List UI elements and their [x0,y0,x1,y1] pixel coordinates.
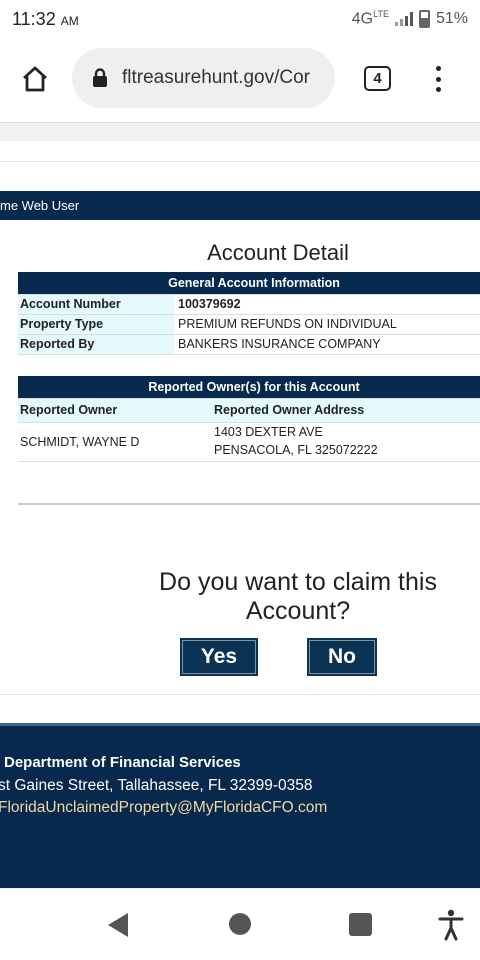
web-page: me Web User Account Detail General Accou… [0,120,480,888]
back-icon[interactable] [108,913,128,937]
tabs-button[interactable]: 4 [364,66,391,91]
yes-button[interactable]: Yes [180,638,258,676]
table-row: Reported By BANKERS INSURANCE COMPANY [18,334,480,355]
address-bar[interactable]: fltreasurehunt.gov/Cor [72,48,335,108]
property-type-label: Property Type [18,314,174,335]
owner-name: SCHMIDT, WAYNE D [18,422,212,462]
divider [0,694,480,695]
site-footer: Department of Financial Services st Gain… [0,723,480,888]
footer-department: Department of Financial Services [4,754,241,771]
accessibility-icon[interactable] [438,909,464,941]
owners-header: Reported Owner(s) for this Account [18,376,480,399]
reported-owners-table: Reported Owner(s) for this Account Repor… [18,376,480,462]
account-number-label: Account Number [18,294,174,315]
lock-icon [93,68,107,87]
owner-column-header: Reported Owner [18,398,212,423]
table-row: Account Number 100379692 [18,294,480,315]
general-header: General Account Information [18,272,480,295]
battery-icon [418,9,430,28]
table-row: SCHMIDT, WAYNE D 1403 DEXTER AVE PENSACO… [18,422,480,462]
browser-toolbar: fltreasurehunt.gov/Cor 4 [0,38,480,120]
network-type: 4GLTE [351,9,389,28]
recents-icon[interactable] [349,913,372,936]
property-type-value: PREMIUM REFUNDS ON INDIVIDUAL [174,314,480,335]
owner-address: 1403 DEXTER AVE PENSACOLA, FL 325072222 [212,422,480,462]
account-number-value: 100379692 [174,294,480,315]
gray-band [0,122,480,141]
reported-by-label: Reported By [18,334,174,355]
footer-email-link[interactable]: FloridaUnclaimedProperty@MyFloridaCFO.co… [0,799,327,817]
user-bar: me Web User [0,191,480,220]
address-line-2: PENSACOLA, FL 325072222 [214,442,378,457]
address-line-1: 1403 DEXTER AVE [214,424,323,439]
status-right: 4GLTE 51% [352,9,468,28]
battery-level: 51% [435,9,468,27]
system-nav-bar [0,888,480,960]
section-divider [18,503,480,505]
no-button[interactable]: No [307,638,377,676]
address-column-header: Reported Owner Address [212,398,480,423]
home-icon [23,66,47,92]
overflow-menu-icon[interactable] [426,66,450,92]
tabs-icon: 4 [373,70,382,87]
table-row: Property Type PREMIUM REFUNDS ON INDIVID… [18,314,480,335]
divider [0,161,480,162]
signal-icon [394,11,413,26]
reported-by-value: BANKERS INSURANCE COMPANY [174,334,480,355]
claim-question: Do you want to claim this Account? [159,568,437,625]
home-circle-icon[interactable] [229,913,251,935]
footer-address: st Gaines Street, Tallahassee, FL 32399-… [0,777,313,794]
url-text: fltreasurehunt.gov/Cor [122,67,310,88]
page-title: Account Detail [207,240,349,265]
status-time: 11:32 AM [12,8,79,29]
general-account-table: General Account Information Account Numb… [18,272,480,355]
status-bar: 11:32 AM 4GLTE 51% [0,0,480,38]
home-button[interactable] [0,38,70,120]
